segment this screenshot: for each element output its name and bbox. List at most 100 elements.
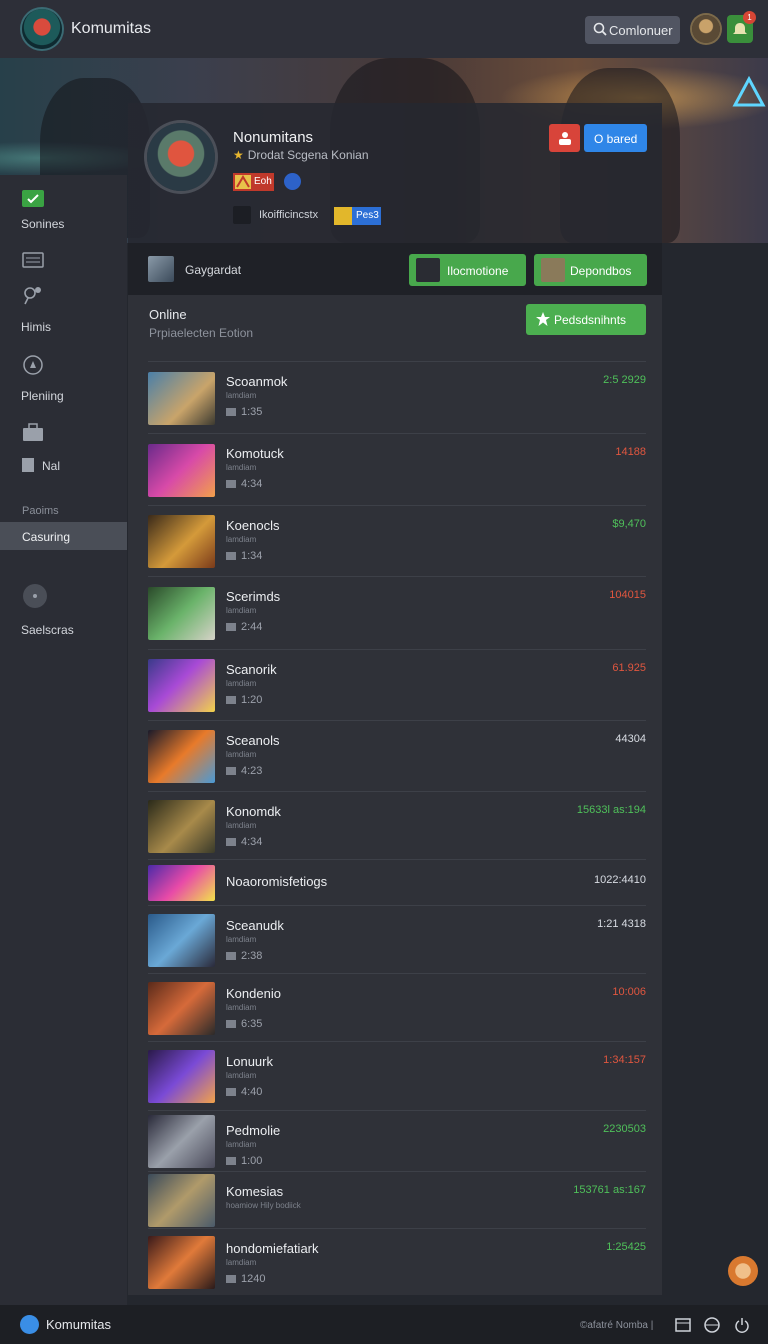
player-row[interactable]: Konomdk lamdiam 4:34 15633l as:194	[148, 791, 646, 860]
player-row[interactable]: Scoanmok lamdiam 1:35 2:5 2929	[148, 361, 646, 434]
player-row[interactable]: Noaoromisfetiogs 1022:4410	[148, 859, 646, 906]
player-thumbnail	[148, 659, 215, 712]
player-value: 1:25425	[606, 1241, 646, 1253]
player-meta: lamdiam	[226, 1258, 257, 1267]
image-icon	[226, 623, 236, 632]
player-stat: 1:34	[226, 550, 262, 562]
notifications-button[interactable]: 1	[727, 11, 756, 43]
player-thumbnail	[148, 515, 215, 568]
player-name: Komesias	[226, 1184, 284, 1199]
player-thumbnail	[148, 865, 215, 901]
player-thumbnail	[148, 1236, 215, 1289]
footer-bar: Komumitas ©afatré Nomba |	[0, 1305, 768, 1344]
user-avatar[interactable]	[692, 15, 720, 43]
player-value: 44304	[615, 733, 646, 745]
user-icon	[558, 132, 571, 145]
sidebar: Sonines Himis Pleniing Nal Paoims Casuri…	[0, 175, 127, 1305]
star-icon	[536, 312, 550, 326]
profile-card: Nonumitans ★ Drodat Scgena Konian Eoh Iko…	[128, 103, 662, 243]
footer-title: Komumitas	[46, 1317, 112, 1332]
player-row[interactable]: Komotuck lamdiam 4:34 14188	[148, 433, 646, 506]
follow-button[interactable]: O bared	[584, 124, 647, 152]
player-name: Noaoromisfetiogs	[226, 874, 328, 889]
player-value: $9,470	[612, 518, 646, 530]
player-value: 14188	[615, 446, 646, 458]
player-thumbnail	[148, 1050, 215, 1103]
player-meta: lamdiam	[226, 679, 257, 688]
settings-circle-icon	[23, 584, 47, 608]
image-icon	[226, 1275, 236, 1284]
player-row[interactable]: Lonuurk lamdiam 4:40 1:34:157	[148, 1041, 646, 1111]
window-icon[interactable]	[675, 1317, 691, 1333]
player-row[interactable]: Sceanudk lamdiam 2:38 1:21 4318	[148, 905, 646, 974]
player-stat: 4:23	[226, 765, 262, 777]
power-icon[interactable]	[734, 1317, 750, 1333]
player-name: Koenocls	[226, 518, 280, 533]
top-bar: Komumitas Comlonuer 1	[0, 0, 768, 58]
follow-button-label: O bared	[594, 132, 638, 146]
profile-tag-blue: Pes3	[334, 207, 381, 225]
player-stat: 4:34	[226, 836, 262, 848]
sidebar-section-label: Paoims	[22, 505, 59, 517]
search-button-label: Comlonuer	[609, 23, 673, 38]
player-row[interactable]: Pedmolie lamdiam 1:00 2230503	[148, 1110, 646, 1172]
player-stat-text: 4:34	[241, 478, 263, 490]
globe-icon[interactable]	[704, 1317, 720, 1333]
player-stat-text: 2:38	[241, 950, 263, 962]
sidebar-item-sonines[interactable]: Sonines	[0, 187, 127, 237]
player-stat-text: 4:40	[241, 1086, 263, 1098]
group-action-button-2[interactable]: Depondbos	[534, 254, 647, 286]
player-name: Konomdk	[226, 804, 281, 819]
player-stat: 2:44	[226, 621, 262, 633]
player-row[interactable]: Scanorik lamdiam 1:20 61.925	[148, 649, 646, 721]
image-icon	[226, 480, 236, 489]
player-thumbnail	[148, 982, 215, 1035]
image-icon	[226, 1157, 236, 1166]
add-player-button[interactable]: Pedsdsnihnts	[526, 304, 646, 335]
player-value: 2230503	[603, 1123, 646, 1135]
online-title: Online	[149, 307, 187, 322]
image-icon	[226, 1020, 236, 1029]
player-thumbnail	[148, 372, 215, 425]
triangle-icon	[732, 76, 766, 107]
sidebar-item-casuring[interactable]: Casuring	[0, 522, 127, 550]
report-button[interactable]	[549, 124, 580, 152]
player-stat: 6:35	[226, 1018, 262, 1030]
sidebar-item-nal[interactable]: Nal	[0, 422, 127, 477]
player-row[interactable]: hondomiefatiark lamdiam 1240 1:25425	[148, 1228, 646, 1296]
sidebar-item-list[interactable]	[0, 250, 127, 272]
player-value: 61.925	[612, 662, 646, 674]
player-row[interactable]: Sceanols lamdiam 4:23 44304	[148, 720, 646, 792]
player-stat-text: 2:44	[241, 621, 263, 633]
floating-avatar-button[interactable]	[728, 1256, 758, 1286]
profile-tag-red-label: Eoh	[254, 176, 272, 187]
player-meta: lamdiam	[226, 750, 257, 759]
player-row[interactable]: Koenocls lamdiam 1:34 $9,470	[148, 505, 646, 577]
player-meta: lamdiam	[226, 821, 257, 830]
player-row[interactable]: Scerimds lamdiam 2:44 104015	[148, 576, 646, 650]
player-name: Sceanudk	[226, 918, 284, 933]
sidebar-item-saelscras[interactable]: Saelscras	[0, 583, 127, 637]
image-icon	[226, 952, 236, 961]
group-bar: Gaygardat Ilocmotione Depondbos	[128, 243, 662, 295]
app-logo[interactable]	[22, 9, 62, 49]
player-name: hondomiefatiark	[226, 1241, 319, 1256]
search-button[interactable]: Comlonuer	[585, 16, 680, 44]
group-action-button-1[interactable]: Ilocmotione	[409, 254, 526, 286]
sidebar-item-himis[interactable]: Himis	[0, 285, 127, 334]
player-value: 1:34:157	[603, 1054, 646, 1066]
arrow-circle-icon[interactable]	[284, 173, 301, 190]
player-name: Scanorik	[226, 662, 277, 677]
profile-avatar[interactable]	[147, 123, 215, 191]
player-stat-text: 4:34	[241, 836, 263, 848]
sidebar-item-label: Himis	[21, 320, 51, 334]
player-row[interactable]: Komesias hoamiow Hily bodiick 153761 as:16…	[148, 1171, 646, 1229]
player-value: 104015	[609, 589, 646, 601]
image-icon	[226, 838, 236, 847]
users-icon	[24, 287, 41, 305]
player-row[interactable]: Kondenio lamdiam 6:35 10:006	[148, 973, 646, 1042]
profile-tag-line: Ikoifficincstx	[233, 206, 318, 224]
sidebar-item-pleniing[interactable]: Pleniing	[0, 355, 127, 405]
player-name: Scoanmok	[226, 374, 288, 389]
player-thumbnail	[148, 1174, 215, 1227]
